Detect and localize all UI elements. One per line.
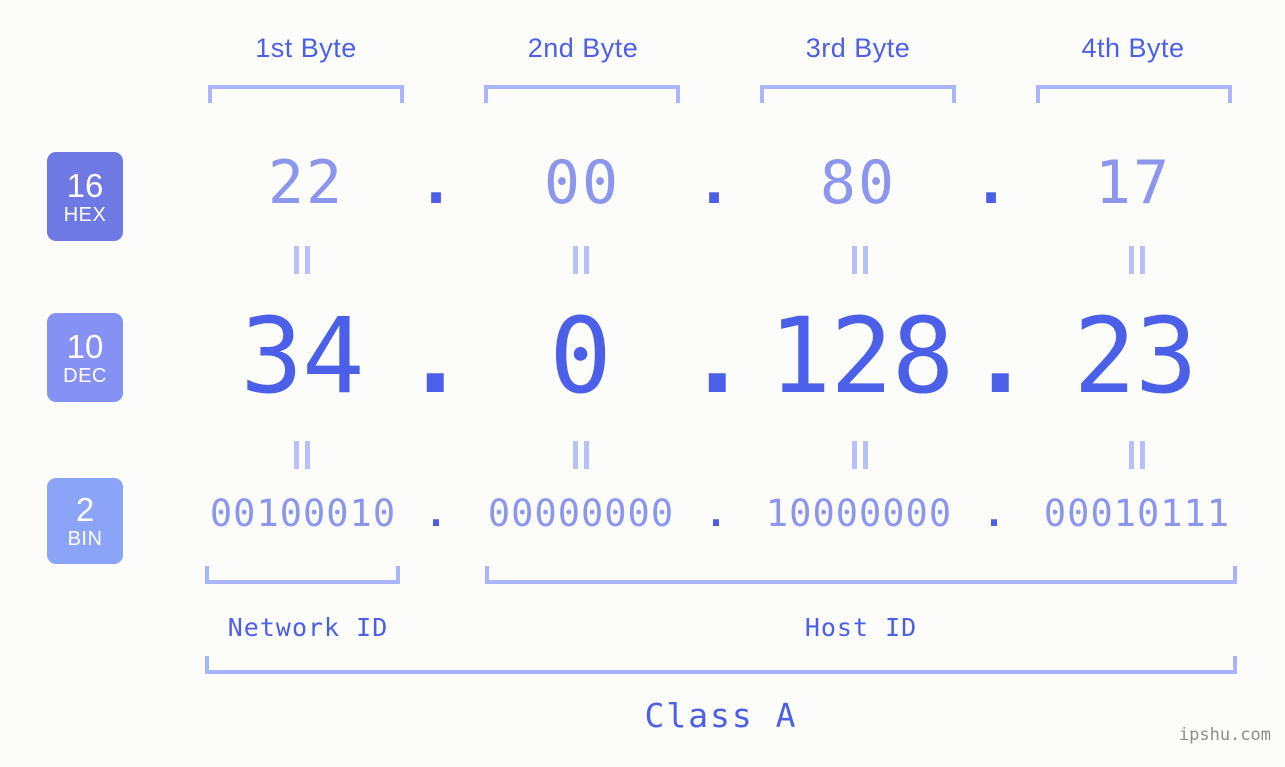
bin-byte-4: 00010111 [1043, 492, 1231, 535]
radix-badge-dec-name: DEC [63, 364, 107, 387]
equals-mark-dec-bin-3 [849, 441, 871, 469]
byte-bracket-1 [208, 85, 404, 103]
bin-byte-3: 10000000 [765, 492, 953, 535]
network-id-label: Network ID [227, 613, 389, 642]
hex-byte-1: 22 [267, 148, 345, 218]
host-id-label: Host ID [804, 613, 918, 642]
class-bracket [205, 656, 1237, 674]
equals-mark-hex-dec-1 [291, 246, 313, 274]
radix-badge-dec: 10 DEC [47, 313, 123, 402]
hex-byte-4: 17 [1094, 148, 1172, 218]
byte-header-3: 3rd Byte [805, 33, 911, 63]
radix-badge-hex-number: 16 [66, 166, 104, 204]
dec-byte-3: 128 [768, 295, 955, 417]
network-id-bracket [205, 566, 400, 584]
hex-byte-2: 00 [543, 148, 621, 218]
dec-byte-4: 23 [1073, 295, 1197, 417]
equals-mark-hex-dec-4 [1126, 246, 1148, 274]
byte-header-2: 2nd Byte [527, 33, 639, 63]
radix-badge-bin-number: 2 [75, 491, 95, 528]
hex-separator-1: . [417, 148, 455, 218]
site-watermark: ipshu.com [1178, 725, 1271, 745]
hex-byte-3: 80 [819, 148, 897, 218]
byte-header-1: 1st Byte [255, 33, 357, 63]
radix-badge-hex: 16 HEX [47, 152, 123, 241]
byte-bracket-3 [760, 85, 956, 103]
byte-header-4: 4th Byte [1081, 33, 1185, 63]
radix-badge-bin: 2 BIN [47, 478, 123, 564]
radix-badge-bin-name: BIN [67, 528, 103, 550]
equals-mark-dec-bin-1 [291, 441, 313, 469]
bin-byte-2: 00000000 [487, 492, 675, 535]
bin-separator-3: . [982, 492, 1006, 535]
hex-separator-2: . [695, 148, 733, 218]
byte-bracket-4 [1036, 85, 1232, 103]
equals-mark-dec-bin-4 [1126, 441, 1148, 469]
bin-separator-2: . [704, 492, 728, 535]
hex-separator-3: . [972, 148, 1010, 218]
equals-mark-dec-bin-2 [570, 441, 592, 469]
radix-badge-dec-number: 10 [66, 327, 104, 365]
dec-byte-2: 0 [549, 295, 612, 417]
bin-separator-1: . [424, 492, 448, 535]
class-label: Class A [644, 696, 798, 735]
bin-byte-1: 00100010 [209, 492, 397, 535]
ip-byte-diagram: 1st Byte 2nd Byte 3rd Byte 4th Byte 16 H… [0, 0, 1285, 767]
radix-badge-hex-name: HEX [63, 203, 107, 226]
equals-mark-hex-dec-2 [570, 246, 592, 274]
equals-mark-hex-dec-3 [849, 246, 871, 274]
byte-bracket-2 [484, 85, 680, 103]
host-id-bracket [485, 566, 1237, 584]
